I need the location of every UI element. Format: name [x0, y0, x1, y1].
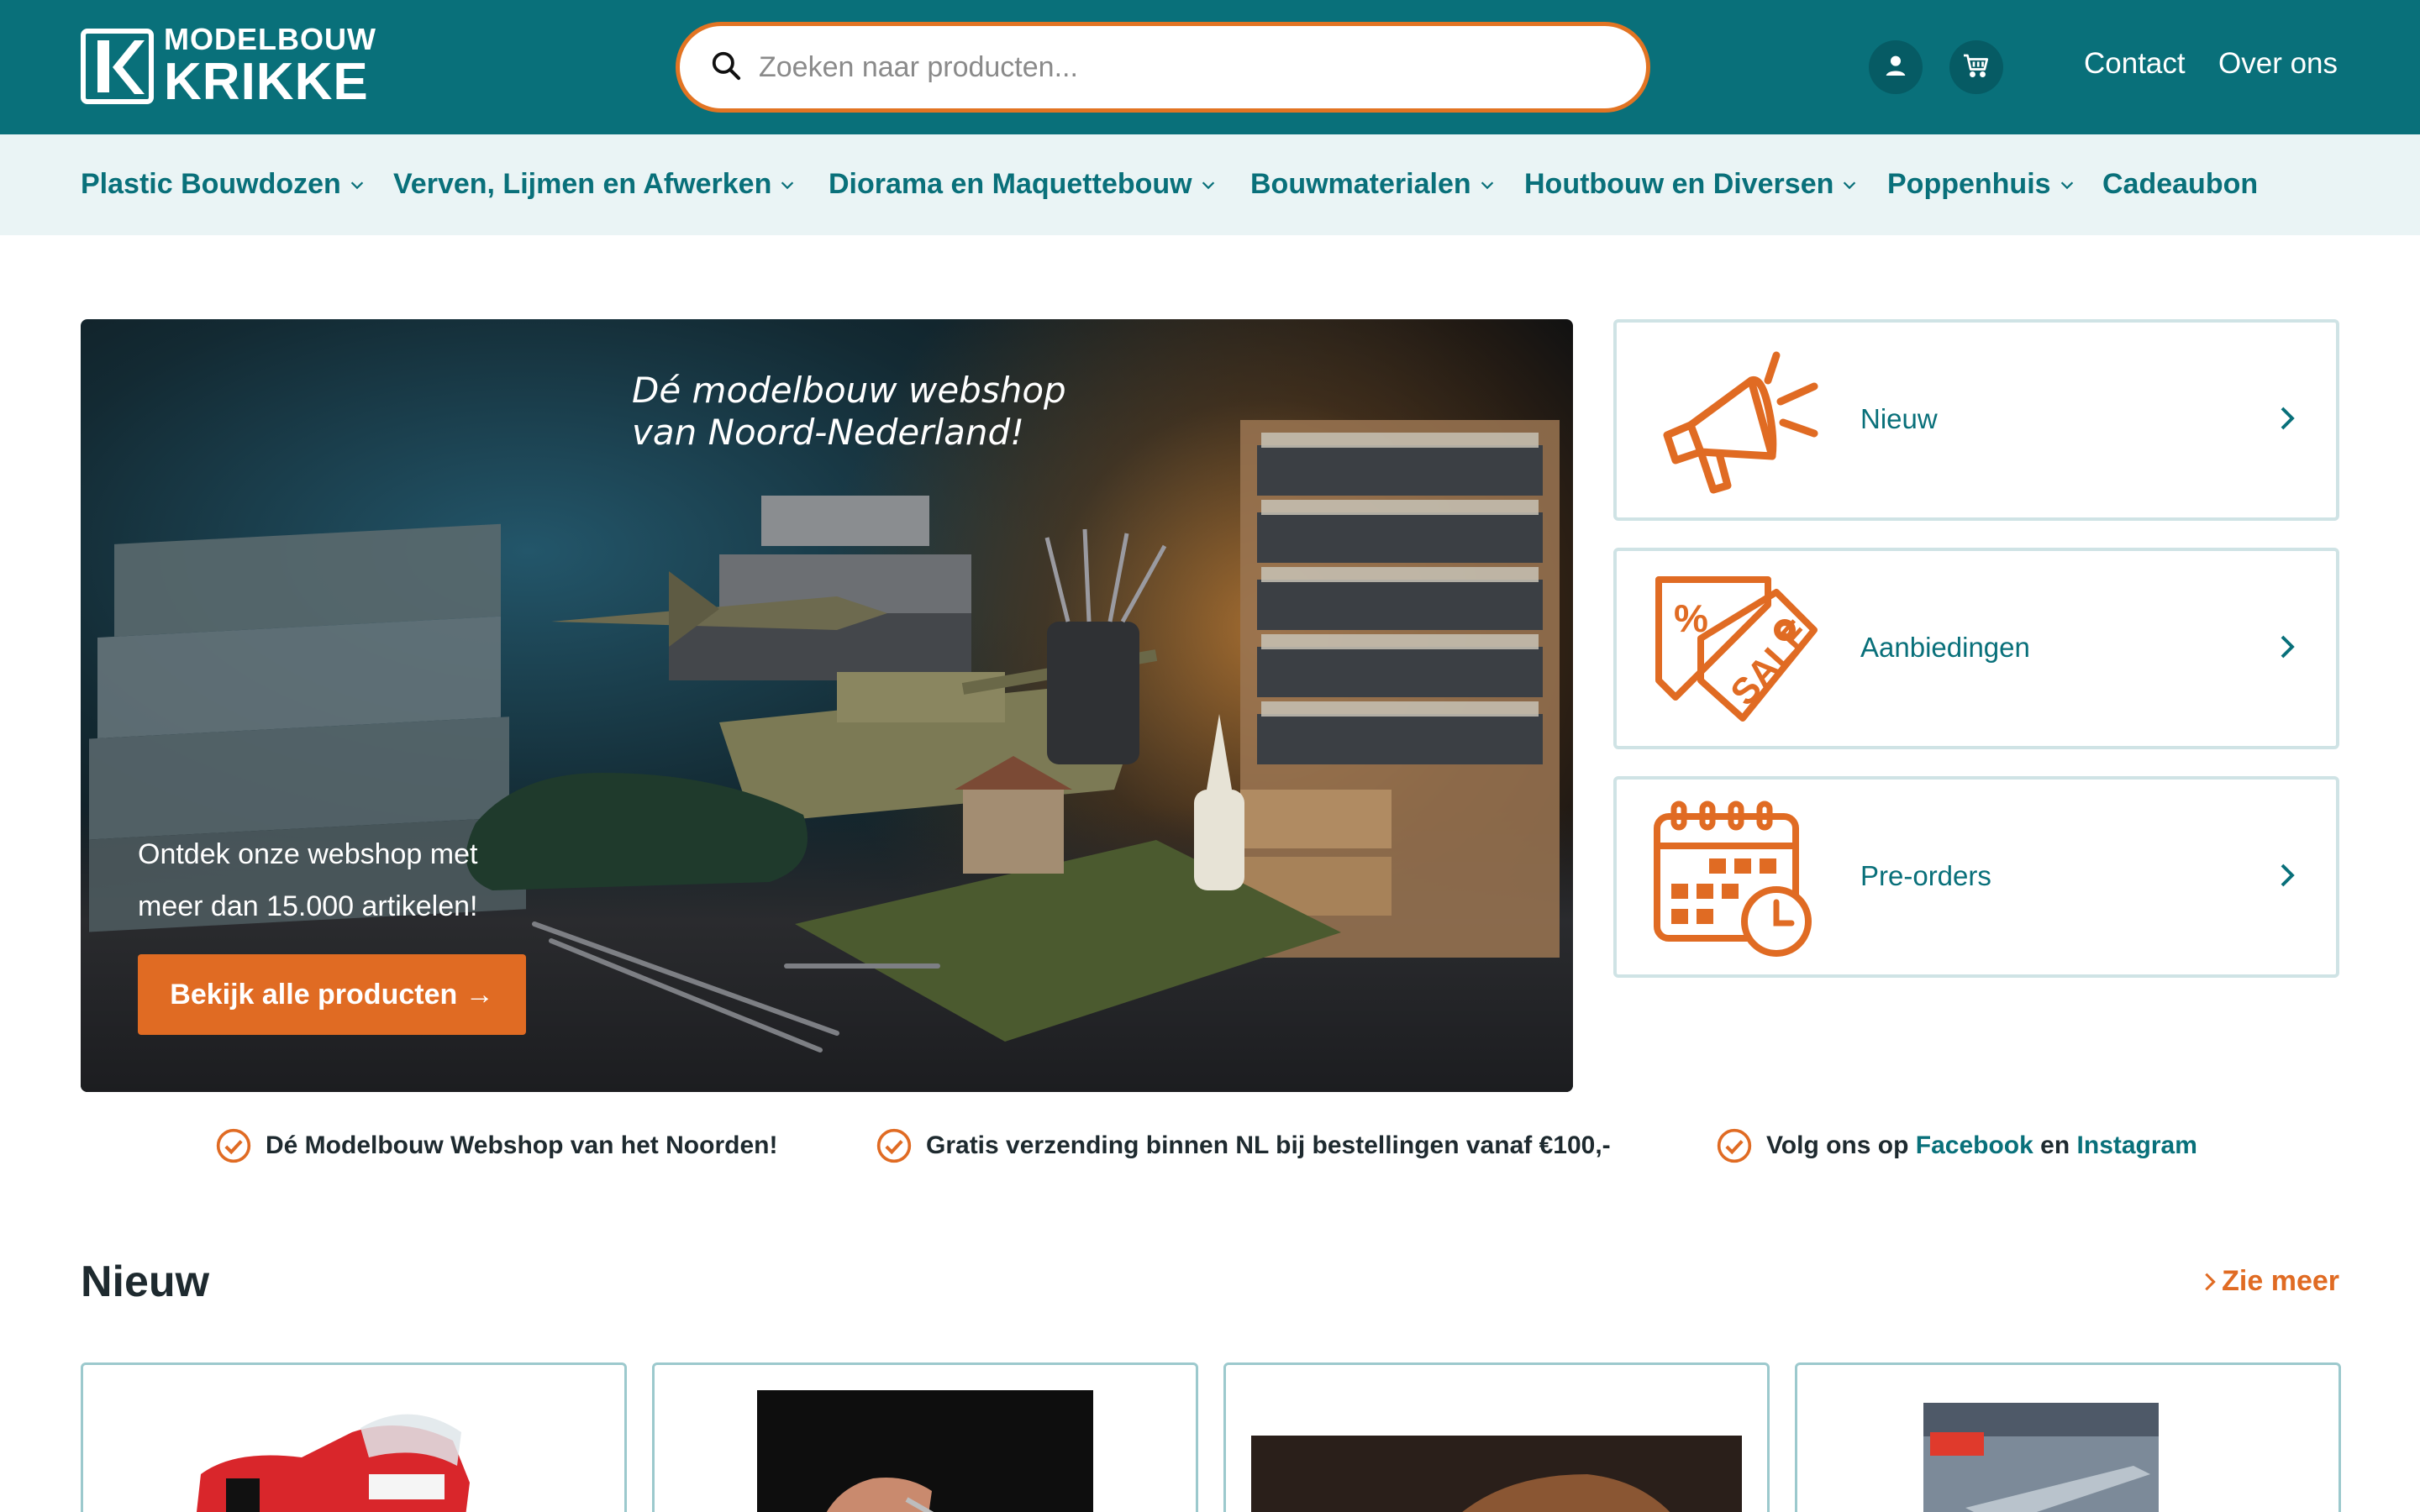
view-all-products-button[interactable]: Bekijk alle producten → [138, 954, 526, 1035]
chevron-right-icon [2281, 635, 2295, 659]
top-header: MODELBOUW KRIKKE Contact Over ons [0, 0, 2420, 134]
svg-text:SALE: SALE [1723, 612, 1818, 713]
chevron-down-icon [1844, 181, 1856, 189]
product-image [1923, 1403, 2159, 1512]
hero-banner: Dé modelbouw webshop van Noord-Nederland… [81, 319, 1573, 1092]
nav-item-bouwmaterialen[interactable]: Bouwmaterialen [1250, 168, 1497, 201]
svg-text:%: % [1674, 596, 1708, 640]
chevron-down-icon [1481, 181, 1493, 189]
search-input[interactable] [759, 50, 1599, 84]
product-card[interactable] [81, 1362, 627, 1512]
nav-item-label: Bouwmaterialen [1250, 168, 1471, 200]
product-image [757, 1390, 1093, 1512]
main-navigation: Plastic Bouwdozen Verven, Lijmen en Afwe… [0, 134, 2420, 235]
contact-link[interactable]: Contact [2084, 47, 2186, 81]
product-card[interactable] [652, 1362, 1198, 1512]
chevron-down-icon [350, 181, 364, 189]
check-circle-icon [1717, 1128, 1752, 1163]
hero-tagline: Dé modelbouw webshop van Noord-Nederland… [632, 370, 1066, 454]
nav-item-label: Verven, Lijmen en Afwerken [393, 168, 772, 200]
cart-button[interactable] [1949, 40, 2003, 94]
usp-item-webshop: Dé Modelbouw Webshop van het Noorden! [215, 1127, 777, 1164]
chevron-down-icon [2060, 181, 2073, 189]
nav-item-verven-lijmen[interactable]: Verven, Lijmen en Afwerken [393, 168, 797, 201]
chevron-right-icon [2281, 407, 2295, 430]
nav-item-diorama[interactable]: Diorama en Maquettebouw [829, 168, 1218, 201]
cart-icon [1961, 50, 1991, 85]
hero-tagline-line-2: van Noord-Nederland! [632, 412, 1025, 453]
nav-item-label: Diorama en Maquettebouw [829, 168, 1192, 200]
see-more-link[interactable]: Zie meer [2198, 1265, 2339, 1298]
product-image [197, 1414, 470, 1512]
nav-item-label: Cadeaubon [2102, 168, 2259, 200]
facebook-link[interactable]: Facebook [1916, 1131, 2033, 1160]
search-bar[interactable] [676, 22, 1650, 113]
sale-tag-icon: SALE % [1655, 576, 1818, 722]
card-nieuw[interactable]: Nieuw [1613, 319, 2339, 521]
nav-item-cadeaubon[interactable]: Cadeaubon [2102, 168, 2258, 201]
chevron-down-icon [1202, 181, 1214, 189]
usp-text: Volg ons op [1766, 1131, 1909, 1159]
chevron-right-icon [2281, 864, 2295, 887]
nav-item-label: Poppenhuis [1887, 168, 2051, 200]
check-circle-icon [216, 1128, 251, 1163]
card-pre-orders[interactable]: Pre-orders [1613, 776, 2339, 978]
card-label: Aanbiedingen [1860, 632, 2030, 663]
usp-item-social: Volg ons op Facebook en Instagram [1716, 1127, 2197, 1164]
card-label: Nieuw [1860, 403, 1938, 434]
see-more-label: Zie meer [2222, 1265, 2339, 1297]
card-label: Pre-orders [1860, 860, 1991, 891]
nav-item-plastic-bouwdozen[interactable]: Plastic Bouwdozen [81, 168, 366, 201]
card-aanbiedingen[interactable]: SALE % Aanbiedingen [1613, 548, 2339, 749]
site-logo[interactable]: MODELBOUW KRIKKE [81, 24, 376, 108]
check-circle-icon [876, 1128, 912, 1163]
instagram-link[interactable]: Instagram [2077, 1131, 2197, 1160]
account-button[interactable] [1869, 40, 1923, 94]
usp-text: Gratis verzending binnen NL bij bestelli… [926, 1131, 1611, 1159]
hero-subtitle-line-1: Ontdek onze webshop met [138, 838, 478, 870]
calendar-clock-icon [1654, 801, 1812, 957]
nav-item-poppenhuis[interactable]: Poppenhuis [1887, 168, 2076, 201]
logo-line-2: KRIKKE [164, 53, 369, 111]
usp-item-shipping: Gratis verzending binnen NL bij bestelli… [876, 1127, 1611, 1164]
section-title: Nieuw [81, 1257, 210, 1306]
hero-tagline-line-1: Dé modelbouw webshop [632, 370, 1066, 411]
product-card[interactable] [1223, 1362, 1770, 1512]
chevron-right-icon [2205, 1273, 2216, 1290]
nav-item-houtbouw[interactable]: Houtbouw en Diversen [1524, 168, 1859, 201]
hero-subtitle-line-2: meer dan 15.000 artikelen! [138, 890, 478, 922]
nav-item-label: Plastic Bouwdozen [81, 168, 341, 200]
search-icon[interactable] [710, 50, 742, 86]
usp-text: en [2040, 1131, 2070, 1159]
about-link[interactable]: Over ons [2218, 47, 2338, 81]
logo-text: MODELBOUW KRIKKE [164, 24, 376, 108]
product-card[interactable] [1795, 1362, 2341, 1512]
user-icon [1882, 52, 1909, 83]
chevron-down-icon [781, 181, 794, 189]
product-image [1251, 1436, 1742, 1512]
logo-mark-icon [81, 29, 155, 104]
nav-item-label: Houtbouw en Diversen [1524, 168, 1834, 200]
hero-subtitle: Ontdek onze webshop met meer dan 15.000 … [138, 828, 575, 932]
usp-text: Dé Modelbouw Webshop van het Noorden! [266, 1131, 778, 1159]
logo-line-1: MODELBOUW [164, 22, 376, 56]
megaphone-icon [1663, 351, 1818, 494]
